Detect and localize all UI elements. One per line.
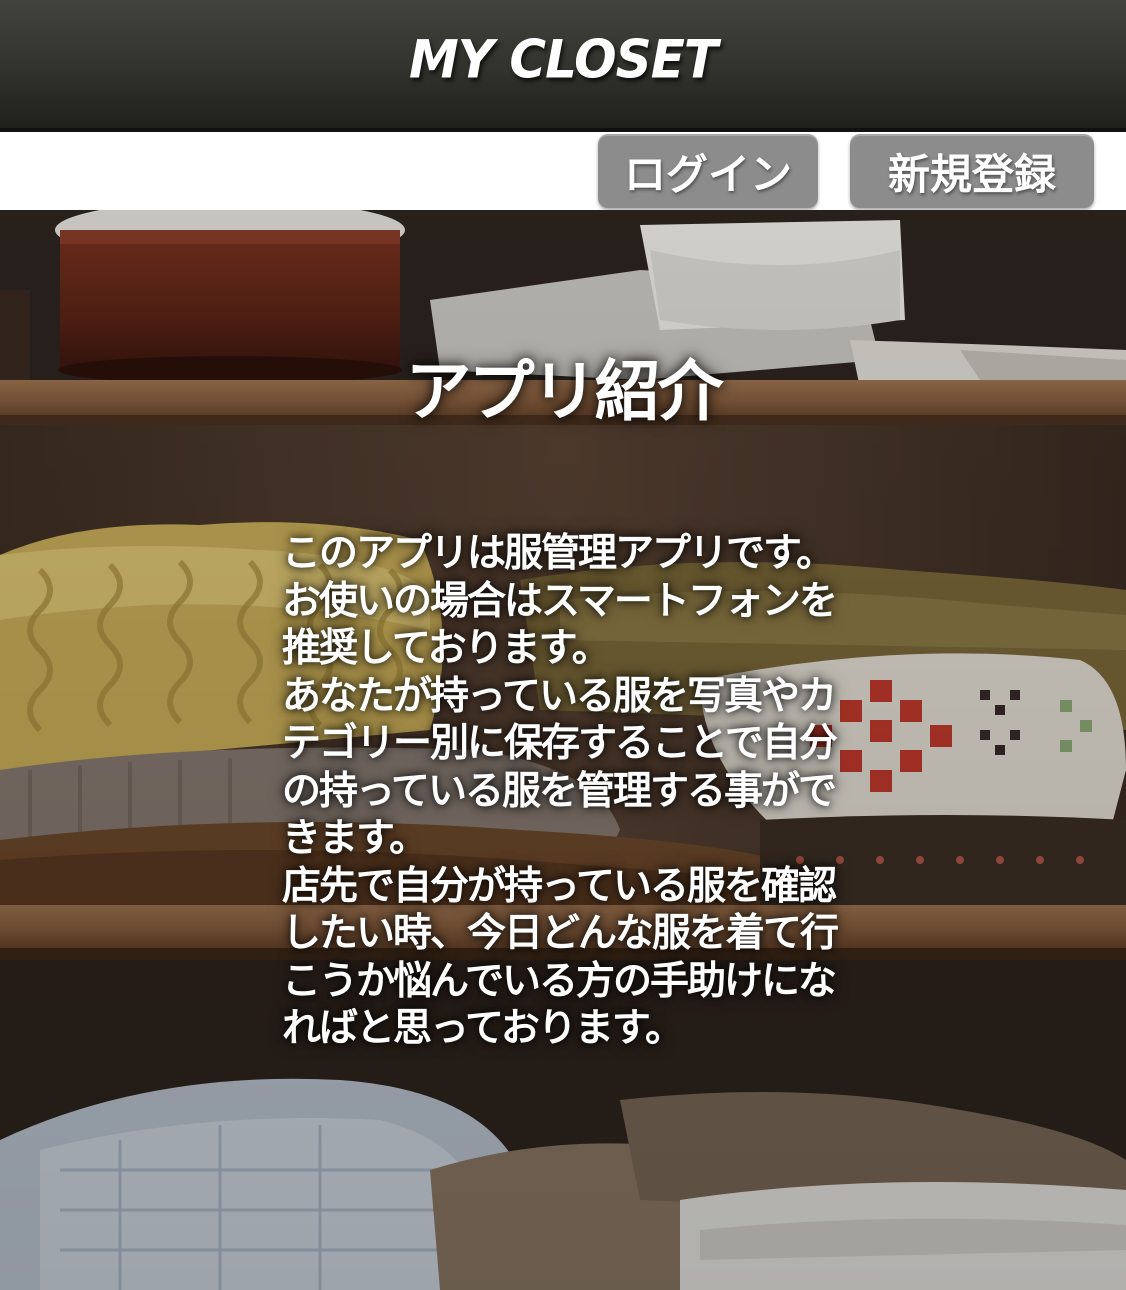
app-header: My Closet <box>0 0 1126 132</box>
hero-title: アプリ紹介 <box>405 353 724 430</box>
signup-button[interactable]: 新規登録 <box>850 134 1094 208</box>
hero-description: このアプリは服管理アプリです。 お使いの場合はスマートフォンを推奨しております。… <box>282 531 839 1051</box>
app-logo[interactable]: My Closet <box>409 29 718 90</box>
page: My Closet ログイン 新規登録 <box>0 0 1126 1290</box>
login-button[interactable]: ログイン <box>598 134 818 208</box>
hero-section: アプリ紹介 このアプリは服管理アプリです。 お使いの場合はスマートフォンを推奨し… <box>0 210 1126 1290</box>
auth-bar: ログイン 新規登録 <box>0 132 1126 210</box>
